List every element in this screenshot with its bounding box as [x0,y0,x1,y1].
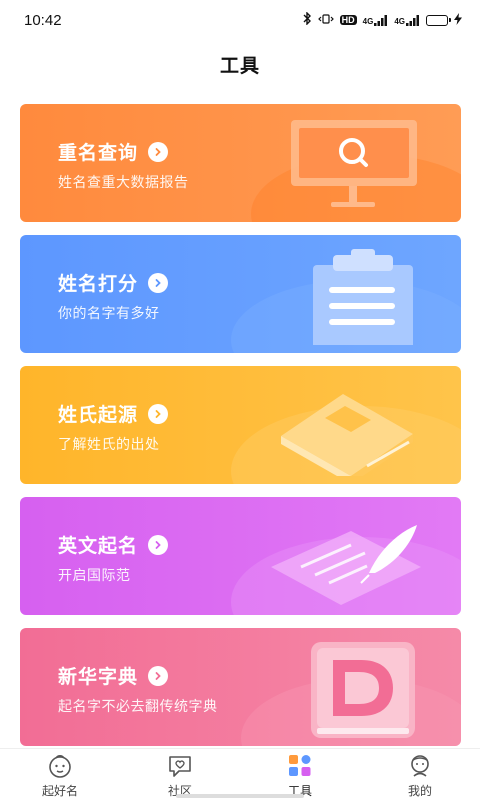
card-title: 英文起名 [58,535,139,557]
book-icon [271,380,421,484]
battery-icon [426,14,451,26]
quill-paper-icon [271,511,421,607]
page-title: 工具 [219,54,260,77]
nav-item-community[interactable]: 社区 [120,749,240,800]
app-header: 工具 [0,40,480,88]
signal-label-1: 4G [362,16,374,26]
status-time: 10:42 [24,11,62,29]
user-profile-icon [405,752,435,780]
card-title-row: 姓氏起源 [58,400,169,427]
card-title-row: 重名查询 [58,138,169,165]
tool-card-xinhua-dictionary[interactable]: 新华字典 起名字不必去翻传统字典 [20,628,461,746]
tool-card-surname-origin[interactable]: 姓氏起源 了解姓氏的出处 [20,366,461,484]
nav-label: 起好名 [41,784,78,798]
chevron-right-icon [148,403,169,424]
status-icons: HD 4G 4G [302,11,462,28]
dictionary-icon [271,642,421,738]
card-subtitle: 姓名查重大数据报告 [58,175,189,191]
card-subtitle: 起名字不必去翻传统字典 [58,699,218,715]
card-title-row: 姓名打分 [58,269,169,296]
card-title: 姓氏起源 [58,404,139,426]
baby-face-icon [45,752,75,780]
card-subtitle: 你的名字有多好 [58,306,160,322]
tools-grid-icon [285,752,315,780]
tool-card-english-name[interactable]: 英文起名 开启国际范 [20,497,461,615]
nav-label: 我的 [407,784,432,798]
signal-label-2: 4G [394,16,405,26]
tool-card-duplicate-name-search[interactable]: 重名查询 姓名查重大数据报告 [20,104,461,222]
signal-icon-2: 4G [394,14,420,26]
nav-item-profile[interactable]: 我的 [360,749,480,800]
bluetooth-icon [302,11,312,28]
signal-icon-1: 4G [362,14,389,26]
charging-icon [454,12,462,28]
home-indicator [176,794,304,798]
heart-chat-icon [165,752,195,780]
nav-item-naming[interactable]: 起好名 [0,749,120,800]
card-subtitle: 了解姓氏的出处 [58,437,160,453]
chevron-right-icon [148,272,169,293]
tool-card-list: 重名查询 姓名查重大数据报告 姓名打分 你的名字有多好 姓氏起源 了解姓氏的出处… [0,88,480,748]
nav-item-tools[interactable]: 工具 [240,749,360,800]
monitor-search-icon [271,118,421,214]
tool-card-name-score[interactable]: 姓名打分 你的名字有多好 [20,235,461,353]
status-bar: 10:42 HD 4G 4G [0,0,480,40]
card-title-row: 新华字典 [58,662,169,689]
chevron-right-icon [148,141,169,162]
chevron-right-icon [148,665,169,686]
hd-badge: HD [339,15,357,25]
card-title: 重名查询 [58,142,139,164]
vibrate-icon [317,13,334,28]
card-subtitle: 开启国际范 [58,568,131,584]
chevron-right-icon [148,534,169,555]
bottom-nav: 起好名 社区 工具 我的 [0,748,480,800]
clipboard-icon [271,249,421,349]
card-title: 姓名打分 [58,273,139,295]
card-title: 新华字典 [58,666,139,688]
card-title-row: 英文起名 [58,531,169,558]
